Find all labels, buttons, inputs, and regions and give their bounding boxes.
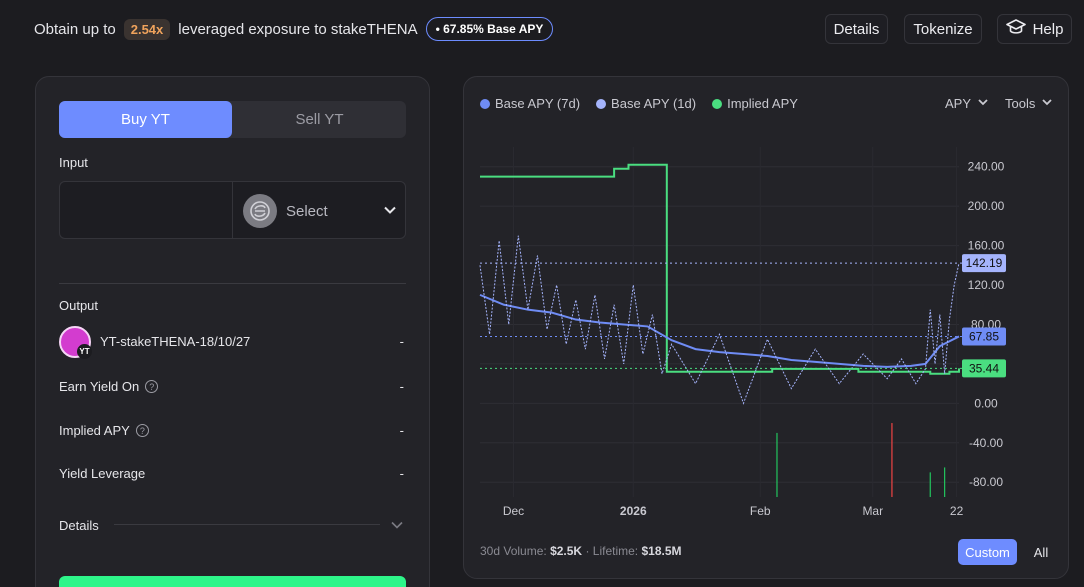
- details-line: [114, 524, 380, 525]
- marker-label: 67.85: [969, 329, 999, 343]
- earn-yield-on-label: Earn Yield On ?: [59, 379, 159, 394]
- y-tick-label: 0.00: [974, 396, 998, 410]
- y-tick-label: -40.00: [969, 436, 1003, 450]
- output-label: Output: [59, 298, 99, 313]
- help-button-label: Help: [1032, 20, 1064, 38]
- yt-token-icon: YT: [59, 326, 92, 359]
- x-tick-label: Mar: [862, 504, 883, 518]
- lifetime-value: $18.5M: [641, 544, 682, 558]
- series-line: [479, 235, 960, 405]
- details-button-label: Details: [833, 20, 880, 38]
- input-box: Select: [59, 181, 406, 239]
- y-tick-label: 240.00: [968, 160, 1005, 174]
- apy-chart[interactable]: 240.00200.00160.00120.0080.0040.000.00-4…: [464, 77, 1068, 537]
- input-divider: [232, 182, 233, 238]
- series-line: [480, 163, 960, 375]
- yield-leverage-label: Yield Leverage: [59, 466, 145, 481]
- volume-value: $2.5K: [550, 544, 583, 558]
- chart-panel: Base APY (7d) Base APY (1d) Implied APY …: [463, 76, 1069, 579]
- implied-apy-text: Implied APY: [59, 423, 130, 438]
- tab-buy-yt[interactable]: Buy YT: [59, 101, 232, 138]
- base-apy-pill: • 67.85% Base APY: [425, 17, 554, 41]
- primary-action-button[interactable]: [59, 576, 406, 587]
- section-divider: [59, 283, 406, 284]
- volume-footer: 30d Volume: $2.5K · Lifetime: $18.5M: [480, 544, 682, 558]
- details-toggle-label: Details: [59, 518, 99, 533]
- headline-prefix: Obtain up to: [34, 20, 116, 38]
- y-tick-label: 200.00: [968, 199, 1005, 213]
- lifetime-label: Lifetime:: [592, 544, 639, 558]
- footer-separator: ·: [585, 544, 590, 558]
- implied-apy-label: Implied APY ?: [59, 423, 149, 438]
- marker-label: 35.44: [969, 361, 999, 375]
- x-tick-label: Dec: [503, 504, 524, 518]
- help-button[interactable]: Help: [997, 14, 1072, 44]
- info-icon[interactable]: ?: [145, 380, 159, 393]
- trade-panel: Buy YT Sell YT Input Select Output YT YT…: [35, 76, 430, 587]
- tab-sell-yt[interactable]: Sell YT: [233, 101, 406, 138]
- headline-suffix: leveraged exposure to stakeTHENA: [178, 20, 418, 38]
- earn-yield-on-text: Earn Yield On: [59, 379, 140, 394]
- x-tick-label: Feb: [750, 504, 771, 518]
- top-bar: Obtain up to 2.54x leveraged exposure to…: [0, 0, 1084, 60]
- token-select[interactable]: Select: [243, 194, 401, 228]
- info-icon[interactable]: ?: [135, 424, 149, 437]
- implied-apy-value: -: [399, 423, 404, 438]
- graduation-cap-icon: [1005, 19, 1026, 39]
- yield-leverage-text: Yield Leverage: [59, 466, 146, 481]
- range-custom-button[interactable]: Custom: [958, 539, 1017, 565]
- y-tick-label: -80.00: [969, 475, 1003, 489]
- yt-badge: YT: [77, 344, 92, 359]
- tokenize-button-label: Tokenize: [913, 20, 973, 38]
- earn-yield-on-value: -: [399, 379, 404, 394]
- volume-label: 30d Volume:: [480, 544, 547, 558]
- leverage-badge: 2.54x: [123, 18, 171, 40]
- amount-input[interactable]: [60, 182, 232, 238]
- x-tick-label: 2026: [620, 504, 647, 518]
- chevron-down-icon: [383, 203, 397, 221]
- yield-leverage-value: -: [399, 466, 404, 481]
- trade-tabs: Buy YT Sell YT: [59, 101, 406, 138]
- headline: Obtain up to 2.54x leveraged exposure to…: [34, 17, 554, 41]
- input-label: Input: [59, 155, 88, 170]
- tokenize-button[interactable]: Tokenize: [904, 14, 982, 44]
- details-toggle[interactable]: Details: [59, 518, 99, 533]
- details-button[interactable]: Details: [825, 14, 888, 44]
- marker-label: 142.19: [966, 256, 1003, 270]
- range-all-button[interactable]: All: [1029, 539, 1053, 565]
- output-token-name: YT-stakeTHENA-18/10/27: [100, 334, 251, 349]
- token-select-label: Select: [286, 202, 328, 220]
- output-value: -: [399, 334, 404, 349]
- x-tick-label: 22: [950, 504, 964, 518]
- y-tick-label: 120.00: [968, 278, 1005, 292]
- chevron-down-icon[interactable]: [390, 518, 404, 535]
- y-tick-label: 160.00: [968, 239, 1005, 253]
- series-line: [479, 293, 960, 368]
- token-placeholder-icon: [243, 194, 277, 228]
